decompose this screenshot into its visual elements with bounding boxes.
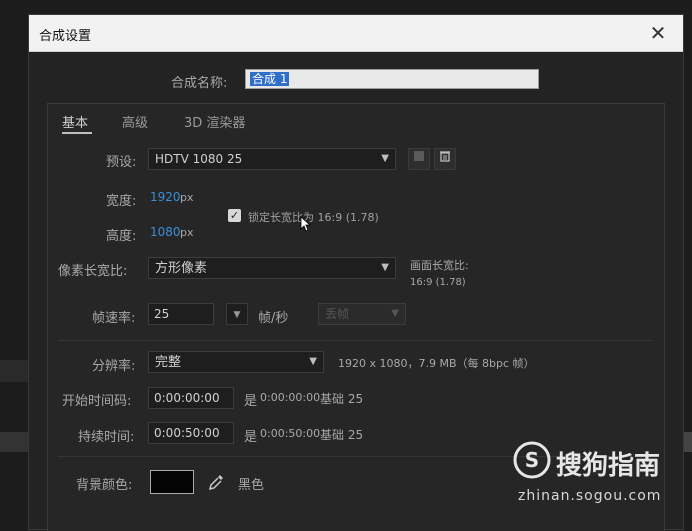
composition-name-value: 合成 1 <box>250 72 290 86</box>
lock-aspect-checkbox[interactable]: ✓ <box>228 209 241 222</box>
chevron-down-icon: ▼ <box>381 262 389 273</box>
tab-basic[interactable]: 基本 <box>62 112 88 131</box>
duration-is: 是 <box>244 430 258 445</box>
duration-info: 0:00:50:00 <box>260 427 321 440</box>
drop-frame-dropdown: 丢帧 ▼ <box>318 303 406 325</box>
tab-advanced[interactable]: 高级 <box>122 112 148 131</box>
start-timecode-value: 0:00:00:00 <box>154 391 220 405</box>
frame-rate-unit: 帧/秒 <box>258 311 289 326</box>
start-timecode-label: 开始时间码: <box>62 394 132 409</box>
eyedropper-icon[interactable] <box>206 472 226 492</box>
dialog-title: 合成设置 <box>39 29 92 44</box>
bg-color-label: 背景颜色: <box>76 478 133 493</box>
background-app-strip <box>0 432 28 452</box>
height-label: 高度: <box>106 229 137 244</box>
checkmark-icon: ✓ <box>229 209 240 222</box>
active-tab-indicator <box>62 132 92 134</box>
chevron-down-icon: ▼ <box>381 153 389 164</box>
duration-value: 0:00:50:00 <box>154 426 220 440</box>
height-value[interactable]: 1080 <box>150 225 181 239</box>
save-preset-icon[interactable] <box>408 148 430 170</box>
pixel-aspect-dropdown[interactable]: 方形像素 ▼ <box>148 257 396 279</box>
pixel-aspect-label: 像素长宽比: <box>58 264 128 279</box>
chevron-down-icon: ▼ <box>233 310 241 320</box>
tab-3d-renderer[interactable]: 3D 渲染器 <box>184 112 245 131</box>
start-timecode-input[interactable]: 0:00:00:00 <box>148 387 234 409</box>
resolution-info: 1920 x 1080，7.9 MB（每 8bpc 帧） <box>338 357 535 370</box>
frame-rate-input[interactable]: 25 <box>148 303 214 325</box>
chevron-down-icon: ▼ <box>309 356 317 367</box>
title-bar: 合成设置 ✕ <box>29 15 683 52</box>
trash-icon[interactable] <box>434 148 456 170</box>
background-app-strip <box>0 360 28 382</box>
resolution-label: 分辨率: <box>92 359 136 374</box>
preset-value: HDTV 1080 25 <box>155 152 243 166</box>
divider <box>58 340 652 341</box>
watermark-url: zhinan.sogou.com <box>518 488 662 504</box>
frame-rate-dropdown[interactable]: ▼ <box>226 303 248 325</box>
width-value[interactable]: 1920 <box>150 190 181 204</box>
width-label: 宽度: <box>106 194 137 209</box>
duration-label: 持续时间: <box>78 430 135 445</box>
frame-aspect-label: 画面长宽比: <box>410 259 469 272</box>
pixel-aspect-value: 方形像素 <box>155 261 208 276</box>
resolution-dropdown[interactable]: 完整 ▼ <box>148 351 324 373</box>
composition-name-input[interactable]: 合成 1 <box>245 69 539 89</box>
height-unit: px <box>180 226 194 239</box>
width-unit: px <box>180 191 194 204</box>
drop-frame-value: 丢帧 <box>325 307 350 321</box>
duration-input[interactable]: 0:00:50:00 <box>148 422 234 444</box>
background-app-strip <box>684 432 692 452</box>
lock-aspect-label: 锁定长宽比为 16:9 (1.78) <box>248 211 379 224</box>
composition-name-label: 合成名称: <box>171 76 228 91</box>
bg-color-swatch[interactable] <box>150 470 194 494</box>
frame-rate-value: 25 <box>154 307 170 321</box>
preset-label: 预设: <box>106 155 137 170</box>
watermark-brand: 搜狗指南 <box>556 451 661 481</box>
preset-dropdown[interactable]: HDTV 1080 25 ▼ <box>148 148 396 170</box>
cursor-icon <box>300 216 312 232</box>
bg-color-name: 黑色 <box>238 478 265 493</box>
close-icon[interactable]: ✕ <box>647 22 669 44</box>
resolution-value: 完整 <box>155 355 182 370</box>
sogou-logo-icon: S <box>512 440 552 483</box>
start-timecode-is: 是 <box>244 394 258 409</box>
duration-base: 基础 25 <box>320 428 364 442</box>
start-timecode-base: 基础 25 <box>320 392 364 406</box>
frame-rate-label: 帧速率: <box>92 311 136 326</box>
svg-text:S: S <box>525 448 539 472</box>
chevron-down-icon: ▼ <box>391 308 399 319</box>
frame-aspect-value: 16:9 (1.78) <box>410 277 466 288</box>
start-timecode-info: 0:00:00:00 <box>260 391 321 404</box>
